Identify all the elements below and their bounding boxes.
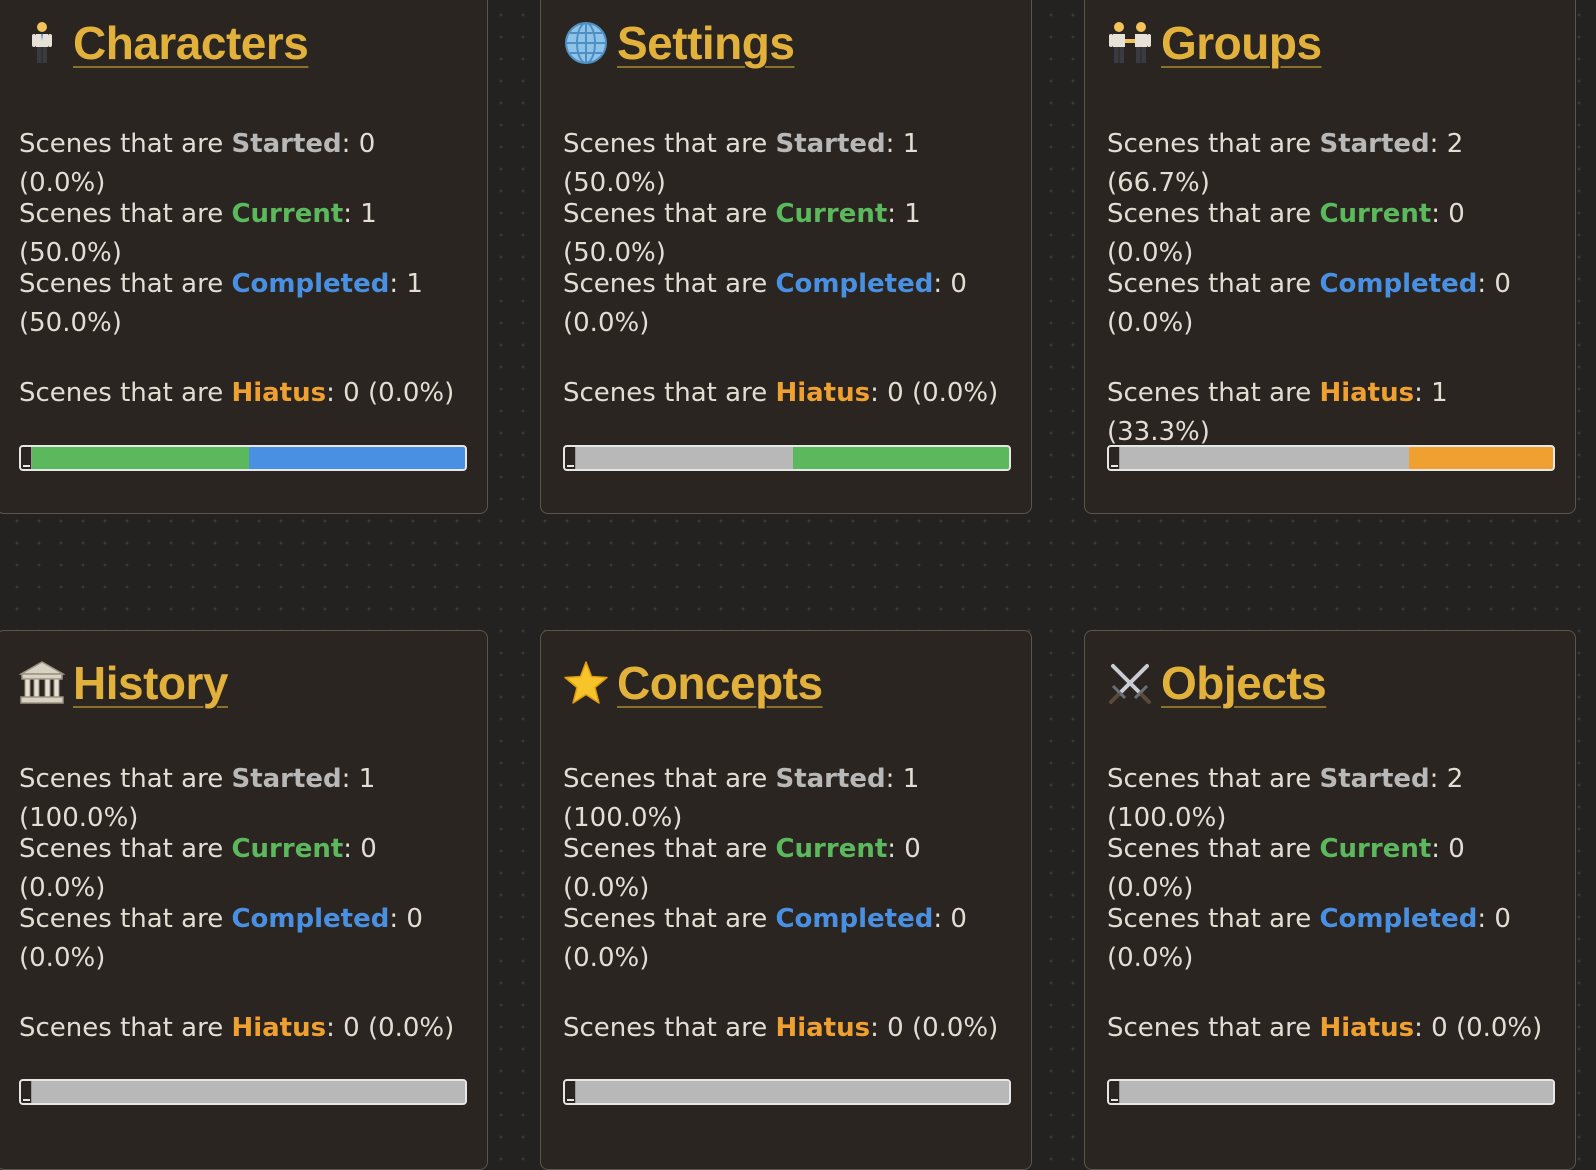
stat-completed: Scenes that are Completed: 1 (50.0%) xyxy=(19,269,423,338)
card-title-link[interactable]: Objects xyxy=(1161,656,1327,710)
stat-completed: Scenes that are Completed: 0 (0.0%) xyxy=(563,904,967,973)
status-progress-bar xyxy=(563,1079,1011,1105)
progress-bar-cap xyxy=(21,1081,32,1103)
stat-completed: Scenes that are Completed: 0 (0.0%) xyxy=(1107,269,1511,338)
progress-segment-current xyxy=(792,447,1009,469)
progress-bar-cap xyxy=(1109,447,1120,469)
stat-started: Scenes that are Started: 1 (100.0%) xyxy=(563,764,920,833)
status-progress-bar xyxy=(19,445,467,471)
progress-segment-hiatus xyxy=(1408,447,1553,469)
stat-started: Scenes that are Started: 0 (0.0%) xyxy=(19,129,376,198)
card-concepts: Concepts Scenes that are Started: 1 (100… xyxy=(540,630,1032,1170)
card-title: Concepts xyxy=(563,651,823,715)
card-title: Groups xyxy=(1107,11,1322,75)
progress-bar-cap xyxy=(1109,1081,1120,1103)
status-progress-bar xyxy=(1107,1079,1555,1105)
card-history: History Scenes that are Started: 1 (100.… xyxy=(0,630,488,1170)
stat-started: Scenes that are Started: 2 (100.0%) xyxy=(1107,764,1464,833)
standing-person-icon xyxy=(19,20,65,66)
card-title: Characters xyxy=(19,11,309,75)
status-progress-bar xyxy=(563,445,1011,471)
stat-completed: Scenes that are Completed: 0 (0.0%) xyxy=(19,904,423,973)
card-objects: Objects Scenes that are Started: 2 (100.… xyxy=(1084,630,1576,1170)
stat-completed: Scenes that are Completed: 0 (0.0%) xyxy=(563,269,967,338)
classical-building-icon xyxy=(19,660,65,706)
progress-segment-current xyxy=(32,447,249,469)
stat-current: Scenes that are Current: 0 (0.0%) xyxy=(1107,834,1465,903)
status-progress-bar xyxy=(1107,445,1555,471)
stat-completed: Scenes that are Completed: 0 (0.0%) xyxy=(1107,904,1511,973)
progress-segment-started xyxy=(576,447,793,469)
card-title-link[interactable]: Concepts xyxy=(617,656,823,710)
stat-started: Scenes that are Started: 1 (50.0%) xyxy=(563,129,920,198)
stat-current: Scenes that are Current: 1 (50.0%) xyxy=(563,199,921,268)
card-title: History xyxy=(19,651,228,715)
globe-with-meridians-icon xyxy=(563,20,609,66)
progress-bar-cap xyxy=(565,1081,576,1103)
stat-current: Scenes that are Current: 0 (0.0%) xyxy=(1107,199,1465,268)
stat-hiatus: Scenes that are Hiatus: 0 (0.0%) xyxy=(1107,1013,1543,1043)
progress-bar-cap xyxy=(565,447,576,469)
people-holding-hands-icon xyxy=(1107,20,1153,66)
crossed-swords-icon xyxy=(1107,660,1153,706)
progress-segment-completed xyxy=(248,447,465,469)
card-settings: Settings Scenes that are Started: 1 (50.… xyxy=(540,0,1032,514)
progress-segment-started xyxy=(32,1081,465,1103)
card-title-link[interactable]: Settings xyxy=(617,16,795,70)
progress-bar-cap xyxy=(21,447,32,469)
stat-hiatus: Scenes that are Hiatus: 0 (0.0%) xyxy=(19,378,455,408)
card-characters: Characters Scenes that are Started: 0 (0… xyxy=(0,0,488,514)
stat-hiatus: Scenes that are Hiatus: 0 (0.0%) xyxy=(19,1013,455,1043)
stat-hiatus: Scenes that are Hiatus: 0 (0.0%) xyxy=(563,1013,999,1043)
card-groups: Groups Scenes that are Started: 2 (66.7%… xyxy=(1084,0,1576,514)
progress-segment-started xyxy=(1120,447,1409,469)
card-title-link[interactable]: Characters xyxy=(73,16,309,70)
stat-hiatus: Scenes that are Hiatus: 0 (0.0%) xyxy=(563,378,999,408)
card-title: Objects xyxy=(1107,651,1327,715)
card-title-link[interactable]: History xyxy=(73,656,228,710)
stat-current: Scenes that are Current: 0 (0.0%) xyxy=(563,834,921,903)
progress-segment-started xyxy=(576,1081,1009,1103)
stat-started: Scenes that are Started: 1 (100.0%) xyxy=(19,764,376,833)
progress-segment-started xyxy=(1120,1081,1553,1103)
stat-started: Scenes that are Started: 2 (66.7%) xyxy=(1107,129,1464,198)
card-title: Settings xyxy=(563,11,795,75)
status-progress-bar xyxy=(19,1079,467,1105)
stat-hiatus: Scenes that are Hiatus: 1 (33.3%) xyxy=(1107,378,1448,447)
stat-current: Scenes that are Current: 1 (50.0%) xyxy=(19,199,377,268)
stat-current: Scenes that are Current: 0 (0.0%) xyxy=(19,834,377,903)
star-icon xyxy=(563,660,609,706)
card-title-link[interactable]: Groups xyxy=(1161,16,1322,70)
